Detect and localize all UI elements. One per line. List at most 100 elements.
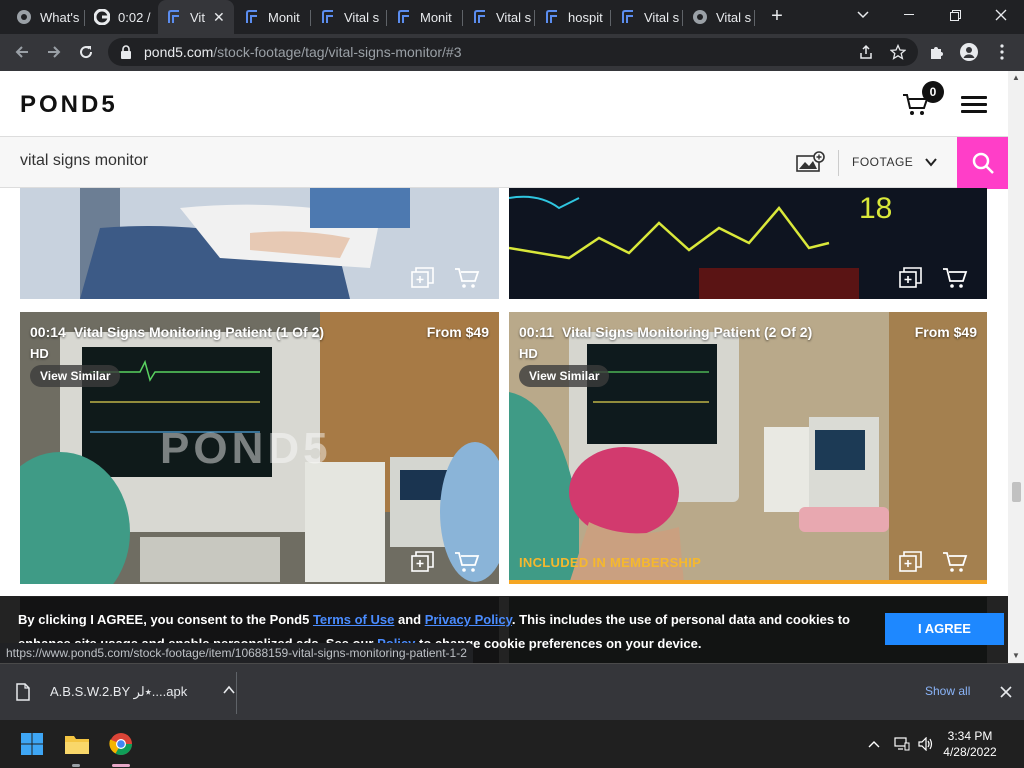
pond5-icon [320,9,336,25]
view-similar-button[interactable]: View Similar [30,365,121,387]
cookie-text-part: By clicking I AGREE, you consent to the … [18,612,313,627]
search-divider [838,150,839,176]
browser-tab[interactable]: Monit [388,0,462,34]
browser-tab[interactable]: 0:02 / [86,0,156,34]
add-to-cart-icon[interactable] [454,267,480,289]
search-input[interactable]: vital signs monitor [20,152,148,170]
add-to-cart-icon[interactable] [942,551,968,573]
terms-of-use-link[interactable]: Terms of Use [313,612,394,627]
restore-button[interactable] [932,0,978,30]
tab-title: Vit [190,9,205,25]
tab-title: Monit [420,9,452,25]
file-icon [16,683,30,701]
browser-tab[interactable]: Vital s [612,0,682,34]
i-agree-button[interactable]: I AGREE [885,613,1004,645]
profile-icon[interactable] [959,42,979,62]
tab-divider [682,10,683,26]
add-to-collection-icon[interactable] [411,551,435,573]
clock-date: 4/28/2022 [943,745,997,759]
download-shelf: A.B.S.W.2.BY ٭لر....apk Show all [0,663,1024,720]
browser-tab[interactable]: Vital s [464,0,534,34]
scrollbar-thumb[interactable] [1012,482,1021,502]
clip-title[interactable]: Vital Signs Monitoring Patient (2 Of 2) [562,324,812,340]
windows-start-icon[interactable] [16,728,48,760]
tab-title: Vital s [644,9,680,25]
show-all-button[interactable]: Show all [925,684,970,698]
browser-tab[interactable]: Monit [236,0,310,34]
close-tab-icon[interactable]: ✕ [213,9,225,26]
pond5-logo[interactable]: POND5 [20,91,118,119]
close-window-button[interactable] [978,0,1024,30]
browser-menu-icon[interactable] [992,42,1012,62]
scroll-down-icon[interactable]: ▼ [1008,649,1024,663]
download-item[interactable]: A.B.S.W.2.BY ٭لر....apk [16,676,236,708]
cookie-text-part: and [394,612,425,627]
add-to-collection-icon[interactable] [899,551,923,573]
privacy-policy-link[interactable]: Privacy Policy [425,612,512,627]
pond5-icon [396,9,412,25]
browser-tab-active[interactable]: Vit ✕ [158,0,234,34]
system-clock[interactable]: 3:34 PM 4/28/2022 [940,728,1000,760]
tab-divider [84,10,85,26]
result-card[interactable]: 00:11 Vital Signs Monitoring Patient (2 O… [509,312,987,584]
pond5-icon [544,9,560,25]
hamburger-menu-icon[interactable] [961,96,987,113]
add-to-collection-icon[interactable] [899,267,923,289]
clip-meta: 00:11 Vital Signs Monitoring Patient (2 O… [519,324,977,340]
media-type-dropdown[interactable]: FOOTAGE [852,155,913,169]
tab-title: 0:02 / [118,9,151,25]
page-scrollbar[interactable]: ▲ ▼ [1008,71,1024,663]
tab-title: Vital s [344,9,380,25]
result-card-partial[interactable]: 18 [509,188,987,299]
tray-chevron-up-icon[interactable] [864,734,884,754]
add-to-collection-icon[interactable] [411,267,435,289]
network-icon[interactable] [892,734,912,754]
bookmark-star-icon[interactable] [888,42,908,62]
back-button[interactable] [8,38,36,66]
browser-tab[interactable]: Vital s [312,0,386,34]
clip-title[interactable]: Vital Signs Monitoring Patient (1 Of 2) [74,324,324,340]
reload-button[interactable] [72,38,100,66]
close-icon[interactable] [998,684,1014,700]
link-status-url: https://www.pond5.com/stock-footage/item… [0,643,473,663]
chrome-taskbar-icon[interactable] [105,728,137,760]
new-tab-button[interactable]: + [766,6,788,28]
scroll-up-icon[interactable]: ▲ [1008,71,1024,85]
result-card-partial[interactable] [20,188,499,299]
taskbar-indicator [112,764,130,767]
url-host: pond5.com [144,44,214,60]
add-to-cart-icon[interactable] [942,267,968,289]
chevron-down-icon[interactable] [924,155,938,169]
tab-divider [462,10,463,26]
tab-title: What's [40,9,80,25]
volume-icon[interactable] [916,734,936,754]
cart-count-badge: 0 [922,81,944,103]
result-card[interactable]: POND5 00:14 Vital Signs Monitoring Patien… [20,312,499,584]
tab-divider [310,10,311,26]
address-bar[interactable]: pond5.com /stock-footage/tag/vital-signs… [108,38,918,66]
page-viewport: POND5 0 vital signs monitor FOOTAGE 18 P… [0,71,1008,663]
file-explorer-icon[interactable] [61,728,93,760]
add-to-cart-icon[interactable] [454,551,480,573]
search-button[interactable] [957,137,1008,189]
view-similar-button[interactable]: View Similar [519,365,610,387]
google-icon [94,9,110,25]
share-icon[interactable] [856,42,876,62]
clip-meta: 00:14 Vital Signs Monitoring Patient (1 O… [30,324,489,340]
extensions-icon[interactable] [927,42,947,62]
site-header: POND5 0 [0,71,1008,136]
image-search-icon[interactable] [795,151,825,173]
pond5-icon [620,9,636,25]
download-file-name: A.B.S.W.2.BY ٭لر....apk [50,684,188,699]
tab-search-icon[interactable] [840,0,886,30]
forward-button[interactable] [40,38,68,66]
browser-tab[interactable]: Vital s [684,0,754,34]
browser-tab[interactable]: hospit [536,0,610,34]
browser-tab[interactable]: What's [8,0,84,34]
minimize-button[interactable] [886,0,932,30]
clock-time: 3:34 PM [947,729,993,743]
chevron-up-icon[interactable] [222,683,236,697]
pond5-icon [166,9,182,25]
clip-duration: 00:11 [519,324,555,340]
tab-title: hospit [568,9,603,25]
